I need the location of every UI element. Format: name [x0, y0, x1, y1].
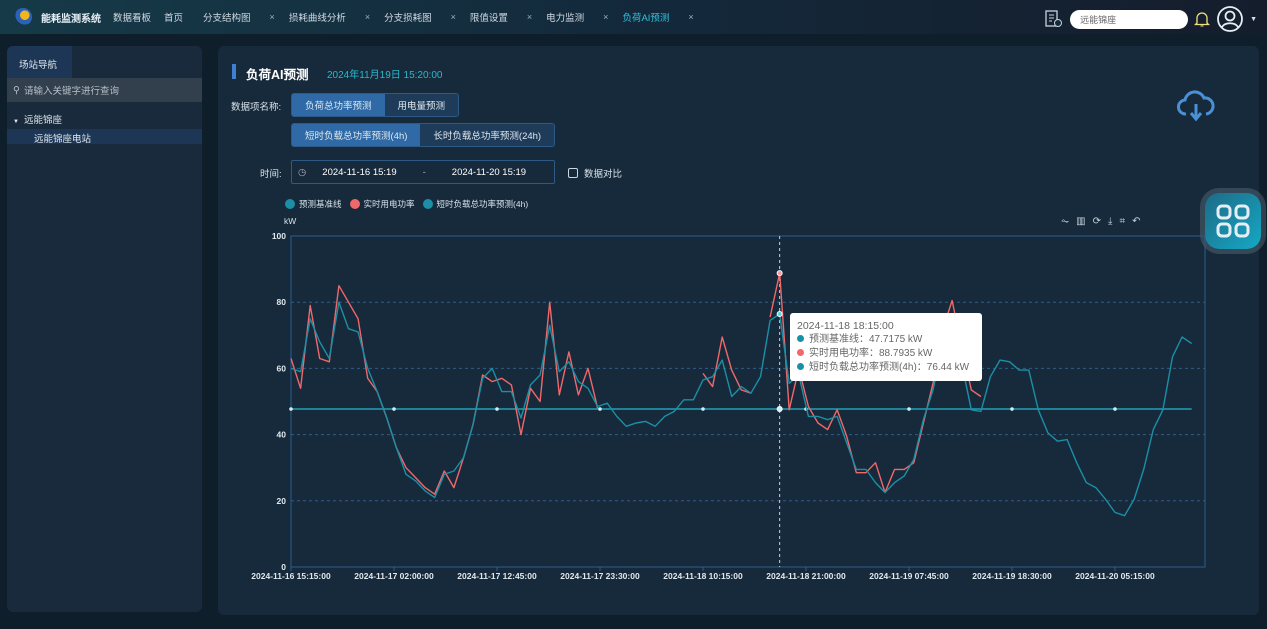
highlight-point-baseline — [776, 406, 783, 413]
highlight-point-forecast — [776, 310, 783, 317]
y-tick-label: 40 — [277, 430, 287, 440]
x-tick-label: 2024-11-19 07:45:00 — [869, 571, 949, 581]
series-actual-line — [290, 272, 982, 495]
baseline-point — [495, 407, 499, 411]
load-forecast-chart[interactable]: 0204060801002024-11-16 15:15:00 2024-11-1… — [0, 0, 1267, 629]
tooltip-dot — [797, 363, 804, 370]
x-tick-label: 2024-11-18 10:15:00 — [663, 571, 743, 581]
y-tick-label: 80 — [277, 297, 287, 307]
x-tick-label: 2024-11-17 23:30:00 — [560, 571, 640, 581]
plot-border — [290, 235, 1206, 568]
tooltip-time: 2024-11-18 18:15:00 — [797, 320, 894, 332]
y-tick-label: 100 — [272, 231, 286, 241]
x-tick-label: 2024-11-20 05:15:00 — [1075, 571, 1155, 581]
chart-tooltip: 2024-11-18 18:15:00 预测基准线：47.7175 kW 实时用… — [790, 313, 982, 381]
tooltip-dot — [797, 335, 804, 342]
tooltip-dot — [797, 349, 804, 356]
tooltip-actual: 实时用电功率：88.7935 kW — [809, 348, 933, 359]
y-tick-label: 20 — [277, 496, 287, 506]
x-tick-label: 2024-11-17 12:45:00 — [457, 571, 537, 581]
baseline-point — [392, 407, 396, 411]
baseline-point — [907, 407, 911, 411]
tooltip-baseline: 预测基准线：47.7175 kW — [809, 334, 923, 345]
x-tick-label: 2024-11-18 21:00:00 — [766, 571, 846, 581]
x-tick-label: 2024-11-16 15:15:00 — [251, 571, 331, 581]
baseline-point — [289, 407, 293, 411]
baseline-point — [1010, 407, 1014, 411]
tooltip-forecast: 短时负载总功率预测(4h)：76.44 kW — [809, 362, 970, 373]
baseline-point — [1113, 407, 1117, 411]
y-tick-label: 60 — [277, 363, 287, 373]
baseline-point — [598, 407, 602, 411]
x-tick-label: 2024-11-19 18:30:00 — [972, 571, 1052, 581]
highlight-point-actual — [776, 270, 783, 277]
baseline-point — [701, 407, 705, 411]
x-tick-label: 2024-11-17 02:00:00 — [354, 571, 434, 581]
